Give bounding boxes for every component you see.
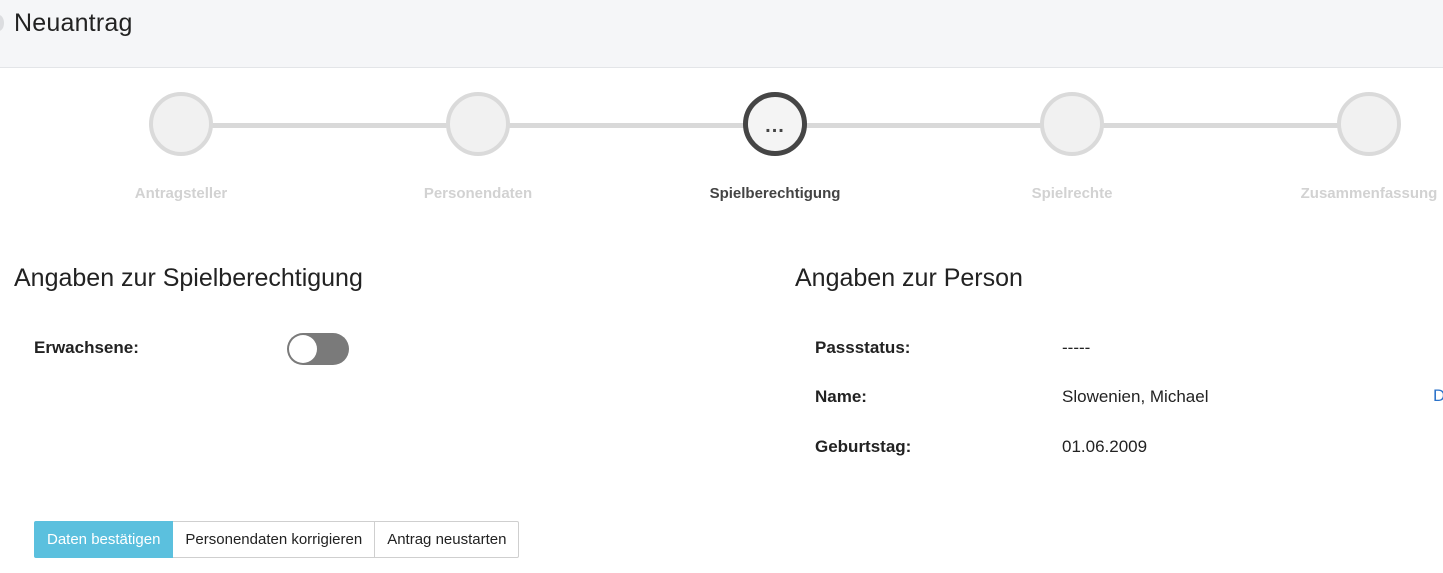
step-label: Antragsteller: [134, 185, 228, 202]
birthday-value: 01.06.2009: [1062, 437, 1148, 456]
step-zusammenfassung[interactable]: Zusammenfassung: [1269, 90, 1443, 202]
step-personendaten[interactable]: Personendaten: [378, 90, 578, 202]
correct-person-data-button[interactable]: Personendaten korrigieren: [173, 521, 376, 558]
page-title: Neuantrag: [14, 9, 133, 37]
confirm-data-button[interactable]: Daten bestätigen: [34, 521, 174, 558]
step-antragsteller[interactable]: Antragsteller: [81, 90, 281, 202]
adult-label: Erwachsene:: [34, 338, 139, 357]
step-label: Spielberechtigung: [709, 185, 841, 202]
progress-stepper: Antragsteller Personendaten ... Spielber…: [0, 90, 1443, 210]
step-spielberechtigung[interactable]: ... Spielberechtigung: [675, 90, 875, 202]
step-circle: [1337, 92, 1401, 156]
step-spielrechte[interactable]: Spielrechte: [972, 90, 1172, 202]
step-label: Zusammenfassung: [1300, 185, 1438, 202]
ellipsis-icon: ...: [765, 115, 785, 137]
step-circle: [446, 92, 510, 156]
adult-toggle[interactable]: [287, 333, 349, 365]
step-circle-active: ...: [743, 92, 807, 156]
step-circle: [149, 92, 213, 156]
step-label: Personendaten: [423, 185, 533, 202]
sidebar-edge: [0, 15, 4, 31]
action-button-group: Daten bestätigen Personendaten korrigier…: [34, 521, 520, 558]
person-section-title: Angaben zur Person: [795, 264, 1023, 292]
pass-status-label: Passstatus:: [815, 338, 911, 357]
step-label: Spielrechte: [1031, 185, 1113, 202]
truncated-link[interactable]: D: [1433, 386, 1443, 406]
page-header: Neuantrag: [0, 0, 1443, 68]
pass-status-value: -----: [1062, 338, 1091, 357]
toggle-knob: [289, 335, 317, 363]
name-value: Slowenien, Michael: [1062, 387, 1209, 406]
birthday-label: Geburtstag:: [815, 437, 912, 456]
step-circle: [1040, 92, 1104, 156]
name-label: Name:: [815, 387, 867, 406]
eligibility-section-title: Angaben zur Spielberechtigung: [14, 264, 363, 292]
restart-application-button[interactable]: Antrag neustarten: [375, 521, 520, 558]
